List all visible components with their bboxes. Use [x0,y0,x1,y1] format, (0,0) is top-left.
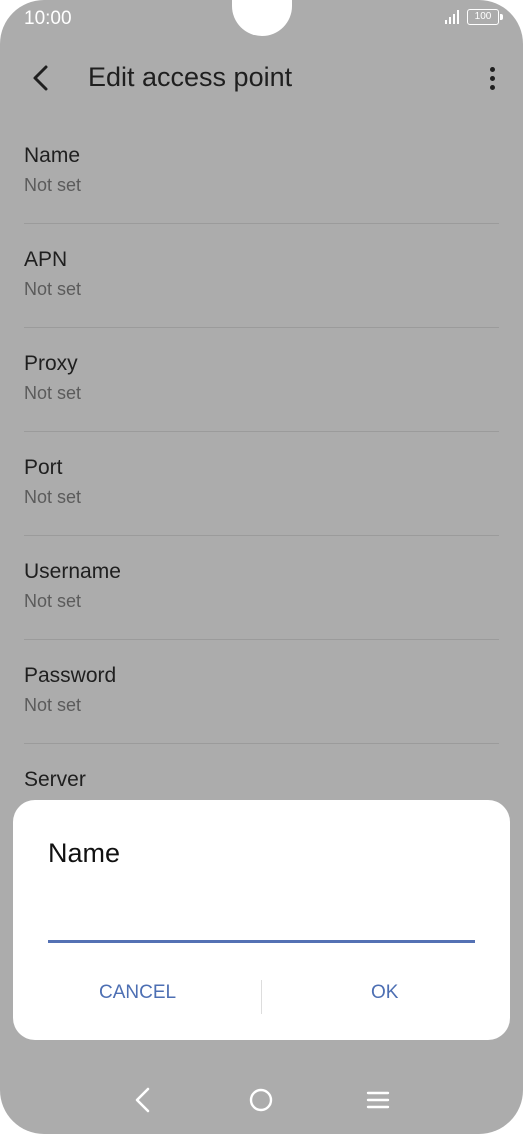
status-icons: 100 [445,9,503,25]
pref-title: Proxy [24,352,78,375]
pref-summary: Not set [24,175,82,195]
pref-title: Password [24,664,117,687]
name-dialog: Name CANCEL OK [13,800,510,1040]
nav-back-icon[interactable] [128,1084,160,1116]
phone-screen: 10:00 100 Edit access point Name Not set… [0,0,523,1134]
cancel-button[interactable]: CANCEL [91,978,184,1008]
app-bar: Edit access point [0,52,523,104]
signal-icon [445,10,459,24]
pref-title: Port [24,456,63,479]
pref-item-port[interactable]: Port Not set [0,432,523,536]
pref-item-password[interactable]: Password Not set [0,640,523,744]
page-title: Edit access point [88,62,293,92]
status-time: 10:00 [24,8,72,29]
pref-summary: Not set [24,695,82,715]
camera-notch [232,0,292,36]
pref-item-name[interactable]: Name Not set [0,120,523,224]
name-input[interactable] [48,900,475,943]
ok-button[interactable]: OK [363,978,406,1008]
pref-title: Name [24,144,81,167]
pref-summary: Not set [24,591,82,611]
button-divider [261,980,262,1014]
pref-summary: Not set [24,279,82,299]
pref-summary: Not set [24,487,82,507]
more-vertical-icon[interactable] [483,62,501,94]
pref-title: Username [24,560,121,583]
pref-summary: Not set [24,383,82,403]
battery-icon: 100 [467,9,503,25]
nav-home-icon[interactable] [245,1084,277,1116]
pref-title: APN [24,248,68,271]
pref-item-apn[interactable]: APN Not set [0,224,523,328]
back-arrow-icon[interactable] [28,62,56,94]
pref-item-proxy[interactable]: Proxy Not set [0,328,523,432]
pref-item-username[interactable]: Username Not set [0,536,523,640]
nav-menu-icon[interactable] [362,1084,394,1116]
pref-title: Server [24,768,86,791]
preference-list: Name Not set APN Not set Proxy Not set P… [0,120,523,848]
navigation-bar [0,1066,523,1134]
dialog-title: Name [48,838,121,868]
